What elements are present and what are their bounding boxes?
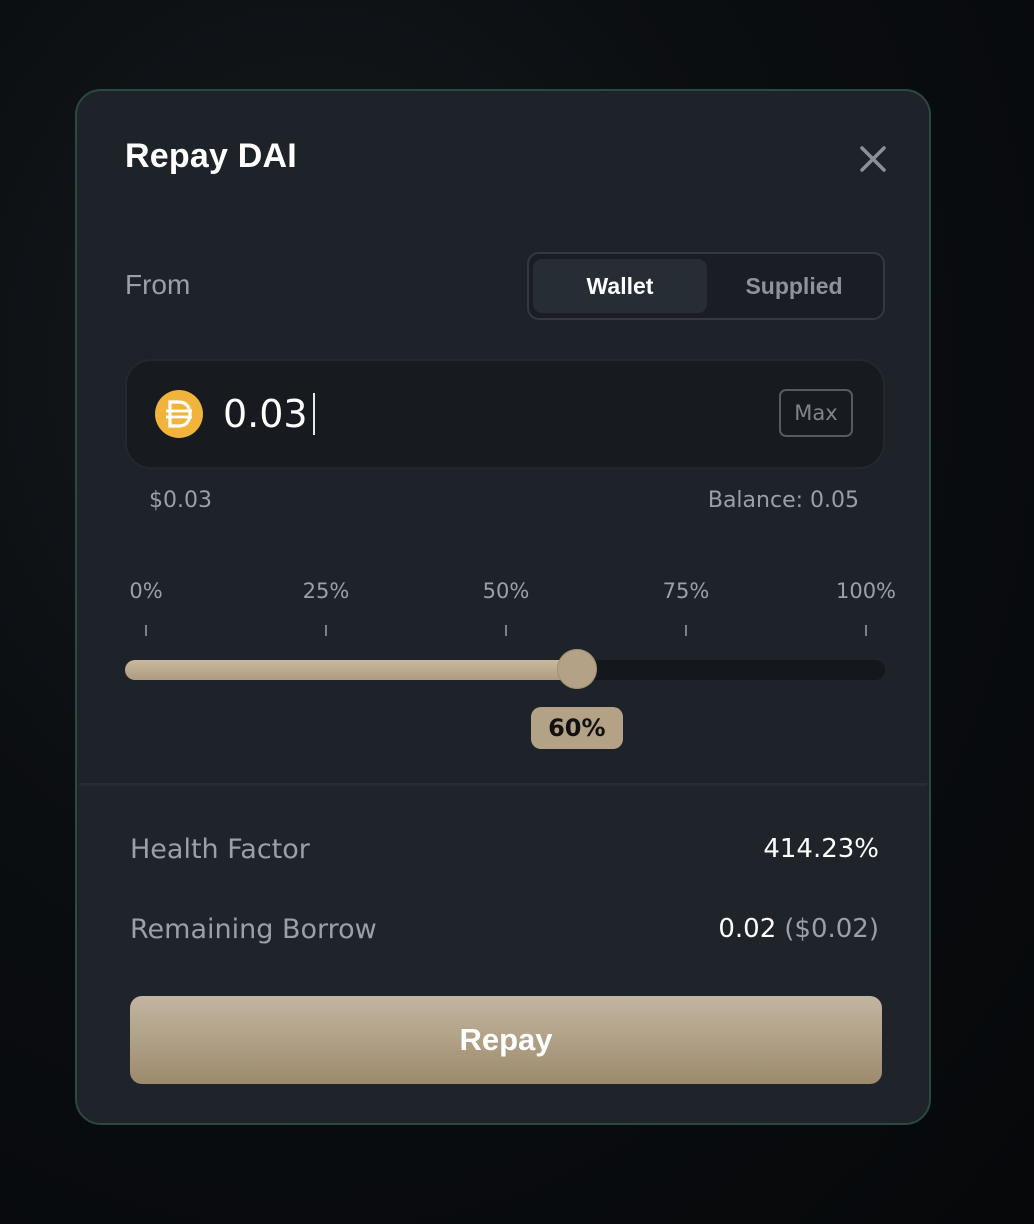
- tick-label-25[interactable]: 25%: [303, 579, 350, 603]
- remaining-borrow-value: 0.02 ($0.02): [718, 914, 879, 944]
- tick-mark: [505, 625, 507, 636]
- close-button[interactable]: [857, 143, 889, 175]
- health-factor-value: 414.23%: [763, 834, 879, 864]
- percent-slider-thumb[interactable]: [556, 649, 597, 689]
- tick-label-75[interactable]: 75%: [663, 579, 710, 603]
- repay-button[interactable]: Repay: [130, 996, 882, 1084]
- repay-modal: Repay DAI From Wallet Supplied Max $0.03…: [75, 89, 931, 1125]
- percent-slider-fill: [125, 660, 577, 680]
- tick-mark: [685, 625, 687, 636]
- remaining-borrow-amount: 0.02: [718, 914, 777, 944]
- percent-badge: 60%: [530, 707, 623, 749]
- health-factor-label: Health Factor: [130, 834, 310, 865]
- tick-label-50[interactable]: 50%: [483, 579, 530, 603]
- usd-value: $0.03: [149, 488, 212, 513]
- tick-label-0[interactable]: 0%: [129, 579, 162, 603]
- tick-label-100[interactable]: 100%: [836, 579, 896, 603]
- supplied-option[interactable]: Supplied: [707, 259, 881, 313]
- wallet-balance: Balance: 0.05: [707, 488, 859, 513]
- percent-slider-track[interactable]: [125, 660, 885, 680]
- transaction-details: Health Factor 414.23% Remaining Borrow 0…: [79, 783, 927, 1123]
- from-label: From: [125, 269, 191, 300]
- amount-input[interactable]: [223, 387, 663, 441]
- tick-mark: [325, 625, 327, 636]
- source-toggle: Wallet Supplied: [527, 252, 885, 320]
- tick-mark: [145, 625, 147, 636]
- wallet-option[interactable]: Wallet: [533, 259, 707, 313]
- tick-mark: [865, 625, 867, 636]
- modal-title: Repay DAI: [125, 137, 297, 175]
- dai-icon: [155, 390, 203, 438]
- amount-input-container: Max: [125, 359, 885, 469]
- remaining-borrow-usd: ($0.02): [784, 914, 879, 944]
- close-icon: [860, 146, 886, 172]
- remaining-borrow-label: Remaining Borrow: [130, 914, 377, 945]
- text-caret: [313, 393, 315, 435]
- max-button[interactable]: Max: [779, 389, 853, 437]
